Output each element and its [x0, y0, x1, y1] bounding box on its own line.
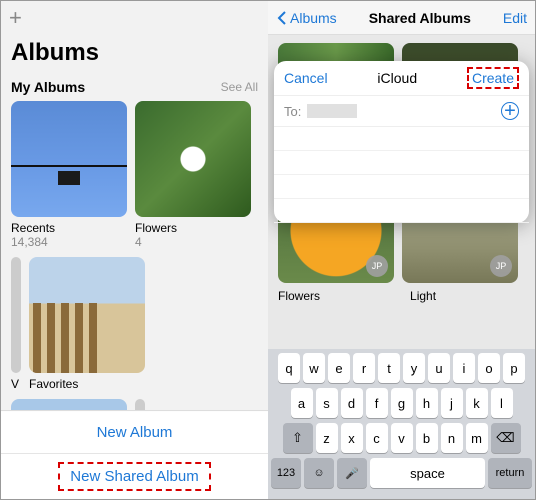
album-thumb	[29, 257, 145, 373]
key-return[interactable]: return	[488, 458, 532, 488]
owner-badge: JP	[366, 255, 388, 277]
albums-screen: + Albums My Albums See All Recents 14,38…	[1, 1, 268, 499]
action-sheet: New Album New Shared Album	[1, 410, 268, 499]
key-b[interactable]: b	[416, 423, 438, 453]
cancel-button[interactable]: Cancel	[284, 70, 328, 86]
shared-album-title: Flowers	[278, 289, 320, 303]
keyboard: qwertyuiop asdfghjkl ⇧zxcvbnm⌫ 123 ☺ 🎤 s…	[268, 349, 535, 499]
key-a[interactable]: a	[291, 388, 313, 418]
key-s[interactable]: s	[316, 388, 338, 418]
album-title: Favorites	[29, 377, 145, 391]
key-n[interactable]: n	[441, 423, 463, 453]
album-title: V	[11, 377, 21, 391]
album-title: Flowers	[135, 221, 251, 235]
key-z[interactable]: z	[316, 423, 338, 453]
key-u[interactable]: u	[428, 353, 450, 383]
see-all-link[interactable]: See All	[221, 80, 258, 94]
key-q[interactable]: q	[278, 353, 300, 383]
shared-albums-screen: Albums Shared Albums Edit JP JP Flowers …	[268, 1, 535, 499]
key-f[interactable]: f	[366, 388, 388, 418]
key-delete[interactable]: ⌫	[491, 423, 521, 453]
plus-icon[interactable]: +	[9, 5, 22, 31]
key-d[interactable]: d	[341, 388, 363, 418]
album-title: Recents	[11, 221, 127, 235]
create-button[interactable]: Create	[467, 67, 519, 89]
dialog-body[interactable]	[274, 127, 529, 223]
icloud-dialog: Cancel iCloud Create To: +	[274, 61, 529, 223]
owner-badge: JP	[490, 255, 512, 277]
album-flowers[interactable]: Flowers 4	[135, 101, 251, 249]
new-shared-album-button[interactable]: New Shared Album	[58, 462, 210, 491]
new-album-button[interactable]: New Album	[1, 412, 268, 453]
key-p[interactable]: p	[503, 353, 525, 383]
key-r[interactable]: r	[353, 353, 375, 383]
key-m[interactable]: m	[466, 423, 488, 453]
dialog-title: iCloud	[377, 70, 417, 86]
album-favorites[interactable]: Favorites	[29, 257, 145, 391]
key-l[interactable]: l	[491, 388, 513, 418]
album-thumb	[135, 101, 251, 217]
album-thumb	[11, 101, 127, 217]
add-contact-icon[interactable]: +	[501, 102, 519, 120]
key-t[interactable]: t	[378, 353, 400, 383]
album-cut[interactable]: V	[11, 257, 21, 391]
key-h[interactable]: h	[416, 388, 438, 418]
key-123[interactable]: 123	[271, 458, 301, 488]
key-o[interactable]: o	[478, 353, 500, 383]
key-mic[interactable]: 🎤	[337, 458, 367, 488]
key-j[interactable]: j	[441, 388, 463, 418]
key-emoji[interactable]: ☺	[304, 458, 334, 488]
key-c[interactable]: c	[366, 423, 388, 453]
key-y[interactable]: y	[403, 353, 425, 383]
album-recents[interactable]: Recents 14,384	[11, 101, 127, 249]
shared-album-title: Light	[410, 289, 436, 303]
chevron-left-icon	[276, 11, 288, 25]
key-g[interactable]: g	[391, 388, 413, 418]
page-title: Albums	[1, 35, 268, 75]
key-space[interactable]: space	[370, 458, 485, 488]
section-title: My Albums	[11, 79, 85, 95]
key-i[interactable]: i	[453, 353, 475, 383]
album-count: 4	[135, 235, 251, 249]
to-field[interactable]	[307, 104, 357, 118]
key-w[interactable]: w	[303, 353, 325, 383]
key-v[interactable]: v	[391, 423, 413, 453]
nav-title: Shared Albums	[369, 10, 471, 26]
key-e[interactable]: e	[328, 353, 350, 383]
to-label: To:	[284, 104, 301, 119]
edit-button[interactable]: Edit	[503, 10, 527, 26]
album-thumb	[11, 257, 21, 373]
key-shift[interactable]: ⇧	[283, 423, 313, 453]
album-count: 14,384	[11, 235, 127, 249]
key-x[interactable]: x	[341, 423, 363, 453]
key-k[interactable]: k	[466, 388, 488, 418]
back-button[interactable]: Albums	[276, 10, 337, 26]
